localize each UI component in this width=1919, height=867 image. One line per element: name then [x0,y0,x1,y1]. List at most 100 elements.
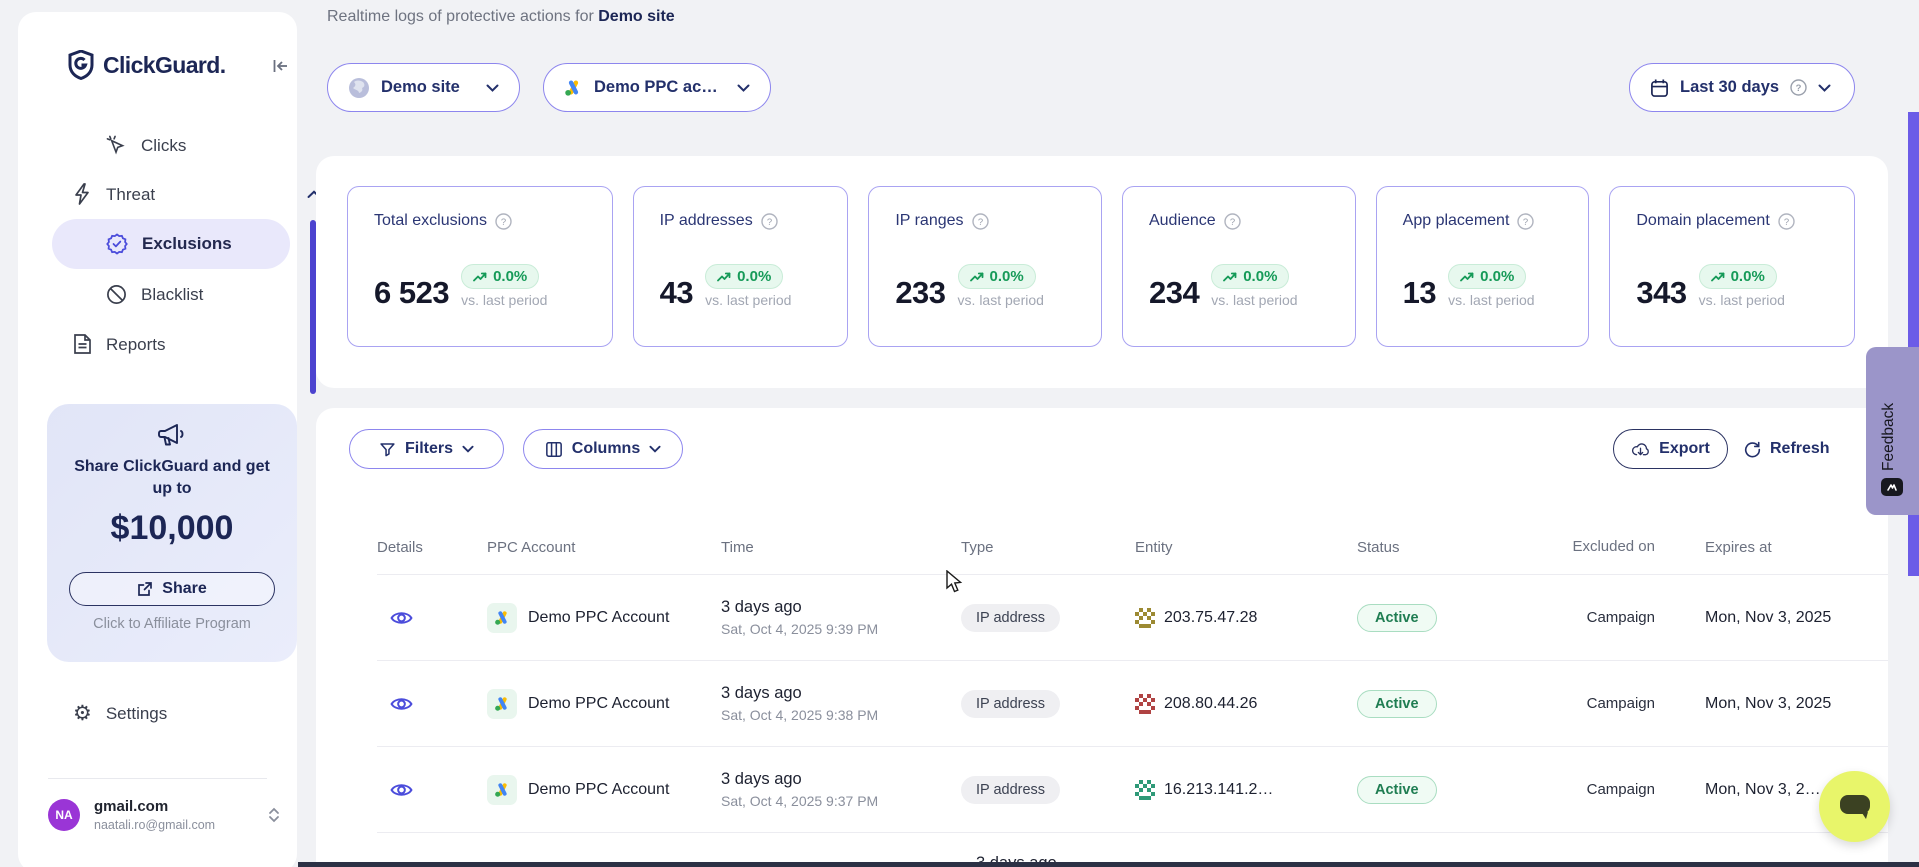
stat-caption: vs. last period [1699,292,1785,308]
collapse-sidebar-icon[interactable] [270,56,290,76]
chevron-down-icon [462,445,474,453]
site-selector-value: Demo site [381,78,460,97]
sidebar-item-label: Exclusions [142,234,232,254]
stat-caption: vs. last period [1448,292,1534,308]
excluded-on-value: Campaign [1547,695,1705,712]
stat-label: IP addresses [660,212,753,230]
help-icon: ? [1790,79,1807,96]
stat-caption: vs. last period [958,292,1044,308]
help-icon[interactable]: ? [972,213,989,230]
chevron-down-icon [486,84,499,92]
chevron-down-icon [649,445,661,453]
trend-up-icon [1460,272,1474,282]
entity-identicon [1135,780,1155,800]
view-details-eye-icon[interactable] [390,609,487,627]
entity-value: 203.75.47.28 [1164,609,1257,627]
svg-text:?: ? [1796,83,1802,94]
view-details-eye-icon[interactable] [390,695,487,713]
date-range-value: Last 30 days [1680,78,1779,97]
exclusions-table-panel: Filters Columns Export Refresh Details P… [316,408,1888,867]
ppc-account-name: Demo PPC Account [528,781,669,799]
account-email: naatali.ro@gmail.com [94,818,268,832]
trend-up-icon [1223,272,1237,282]
subtitle-site-name: Demo site [598,8,674,25]
stat-caption: vs. last period [705,292,791,308]
stat-value: 234 [1149,277,1199,308]
help-icon[interactable]: ? [495,213,512,230]
stat-value: 13 [1403,277,1436,308]
sidebar-item-reports[interactable]: Reports [73,322,166,366]
stat-label: IP ranges [895,212,963,230]
stat-card-domain-placement: Domain placement ? 343 0.0% vs. last per… [1609,186,1855,347]
sidebar-item-exclusions[interactable]: Exclusions [52,219,290,269]
status-badge: Active [1357,604,1437,632]
trend-value: 0.0% [737,268,771,285]
affiliate-promo-card: Share ClickGuard and get up to $10,000 S… [47,404,297,662]
sidebar-item-blacklist[interactable]: Blacklist [106,272,203,316]
trend-up-icon [717,272,731,282]
bottom-edge-strip [298,862,1919,867]
type-badge: IP address [961,690,1060,718]
sidebar-item-label: Reports [106,336,166,353]
trend-value: 0.0% [493,268,527,285]
stat-value: 343 [1636,277,1686,308]
entity-identicon [1135,694,1155,714]
stat-label: Audience [1149,212,1216,230]
ppc-account-selector-value: Demo PPC ac… [594,78,718,97]
trend-value: 0.0% [1480,268,1514,285]
date-range-selector[interactable]: Last 30 days ? [1629,63,1855,112]
affiliate-link[interactable]: Click to Affiliate Program [47,616,297,632]
chat-bubble-icon [1838,792,1872,822]
help-icon[interactable]: ? [1224,213,1241,230]
gear-icon: ⚙ [73,703,92,724]
time-relative: 3 days ago [721,770,961,789]
type-badge: IP address [961,776,1060,804]
sidebar-item-threat[interactable]: Threat [73,172,155,216]
stat-label: Total exclusions [374,212,487,230]
export-button[interactable]: Export [1613,429,1728,469]
help-icon[interactable]: ? [1778,213,1795,230]
view-details-eye-icon[interactable] [390,781,487,799]
time-absolute: Sat, Oct 4, 2025 9:38 PM [721,707,961,723]
stats-panel: Total exclusions ? 6 523 0.0% vs. last p… [316,156,1888,388]
chat-launcher-button[interactable] [1819,771,1890,842]
ppc-account-selector[interactable]: Demo PPC ac… [543,63,771,112]
columns-icon [545,441,563,458]
google-ads-icon [564,78,583,97]
stat-card-total-exclusions: Total exclusions ? 6 523 0.0% vs. last p… [347,186,613,347]
svg-text:?: ? [977,217,982,228]
stat-value: 6 523 [374,277,449,308]
svg-text:?: ? [767,217,772,228]
sidebar-item-settings[interactable]: ⚙ Settings [73,691,167,735]
sidebar: ClickGuard. Clicks Threat Exclusions [18,12,297,867]
refresh-icon [1744,441,1761,458]
site-selector[interactable]: Demo site [327,63,520,112]
chevron-down-icon [1818,84,1831,92]
help-icon[interactable]: ? [1517,213,1534,230]
time-absolute: Sat, Oct 4, 2025 9:37 PM [721,793,961,809]
account-menu[interactable]: NA gmail.com naatali.ro@gmail.com [48,798,280,832]
table-row: Demo PPC Account 3 days agoSat, Oct 4, 2… [377,575,1888,661]
stat-value: 233 [895,277,945,308]
trend-up-icon [473,272,487,282]
sidebar-item-label: Clicks [141,137,186,154]
calendar-icon [1650,78,1669,98]
columns-button[interactable]: Columns [523,429,683,469]
entity-value: 16.213.141.2… [1164,781,1273,799]
help-icon[interactable]: ? [761,213,778,230]
refresh-button[interactable]: Refresh [1744,429,1830,469]
svg-text:?: ? [1523,217,1528,228]
svg-text:?: ? [1784,217,1789,228]
time-relative: 3 days ago [721,598,961,617]
globe-icon [348,77,370,99]
sidebar-item-clicks[interactable]: Clicks [106,123,186,167]
filters-button[interactable]: Filters [349,429,504,469]
status-badge: Active [1357,776,1437,804]
external-link-icon [137,581,153,597]
google-ads-icon [487,689,517,719]
share-button[interactable]: Share [69,572,275,606]
feedback-tab[interactable]: Feedback [1866,347,1919,515]
excluded-on-value: Campaign [1547,781,1705,798]
table-row: Demo PPC Account 3 days agoSat, Oct 4, 2… [377,661,1888,747]
google-ads-icon [487,775,517,805]
